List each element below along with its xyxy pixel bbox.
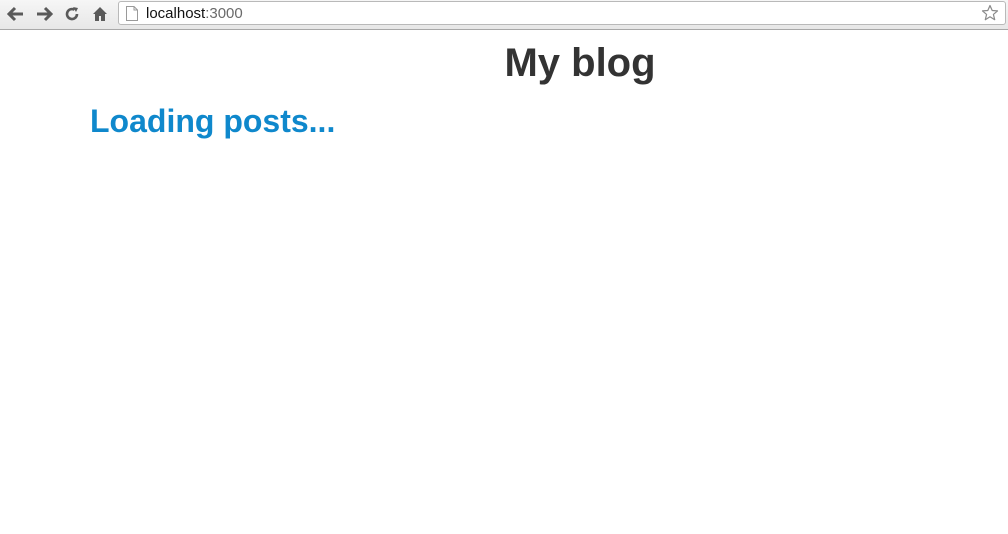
back-arrow-icon	[7, 6, 25, 22]
reload-icon	[64, 6, 80, 22]
forward-arrow-icon	[35, 6, 53, 22]
address-bar[interactable]: localhost:3000	[118, 1, 1006, 25]
url-port: :3000	[205, 5, 243, 22]
star-icon	[981, 4, 999, 26]
url-host: localhost	[146, 5, 206, 22]
home-button[interactable]	[89, 3, 111, 25]
forward-button[interactable]	[33, 3, 55, 25]
page-icon	[126, 6, 138, 26]
browser-toolbar: localhost:3000	[0, 0, 1008, 30]
bookmark-star-button[interactable]	[981, 4, 999, 27]
page-content: My blog Loading posts...	[0, 31, 1008, 534]
url-text: localhost:3000	[146, 5, 243, 22]
loading-status: Loading posts...	[90, 103, 336, 139]
home-icon	[92, 6, 108, 22]
page-title: My blog	[504, 41, 656, 85]
reload-button[interactable]	[61, 3, 83, 25]
back-button[interactable]	[5, 3, 27, 25]
